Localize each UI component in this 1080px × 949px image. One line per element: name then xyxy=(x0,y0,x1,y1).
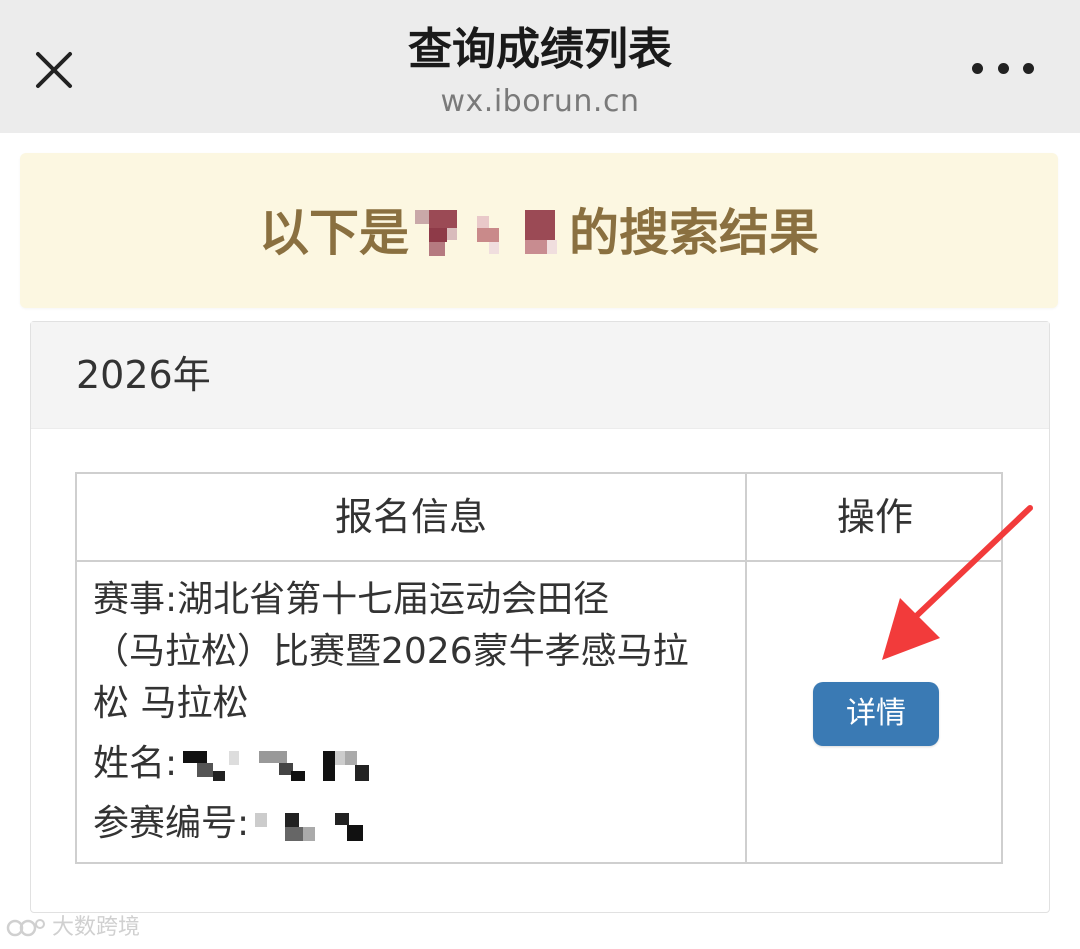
name-label: 姓名: xyxy=(93,743,178,784)
banner-suffix: 的搜索结果 xyxy=(569,204,819,262)
card-header: 2026年 xyxy=(31,322,1049,429)
top-bar: 查询成绩列表 wx.iborun.cn xyxy=(0,0,1080,133)
banner-prefix: 以下是 xyxy=(259,204,409,262)
annotation-arrow-icon xyxy=(882,505,1033,660)
event-line-3: 松 马拉松 xyxy=(93,683,249,724)
bib-row: 参赛编号: xyxy=(93,798,738,850)
more-dots-icon xyxy=(972,62,983,74)
masked-name-value xyxy=(183,751,370,781)
table-divider-horizontal xyxy=(77,560,1001,562)
event-line-2: （马拉松）比赛暨2026蒙牛孝感马拉 xyxy=(93,631,689,672)
search-result-text: 以下是 的搜索结果 xyxy=(20,203,1058,263)
page-title: 查询成绩列表 xyxy=(408,24,672,75)
masked-name-image xyxy=(415,206,563,260)
column-header-info: 报名信息 xyxy=(334,495,487,539)
bib-label: 参赛编号: xyxy=(93,803,250,844)
year-label: 2026年 xyxy=(76,353,211,397)
details-button[interactable]: 详情 xyxy=(813,682,939,746)
watermark: 大数跨境 xyxy=(6,912,140,944)
more-button[interactable] xyxy=(972,52,1034,84)
page: 查询成绩列表 wx.iborun.cn 以下是 的搜索结果 2026年 报名信息… xyxy=(0,0,1080,949)
watermark-text: 大数跨境 xyxy=(52,915,141,940)
name-row: 姓名: xyxy=(93,738,738,790)
watermark-logo-icon xyxy=(6,919,45,937)
page-domain: wx.iborun.cn xyxy=(440,84,640,119)
masked-bib-value xyxy=(255,813,364,841)
result-table: 报名信息 操作 赛事:湖北省第十七届运动会田径 （马拉松）比赛暨2026蒙牛孝感… xyxy=(75,472,1003,864)
table-row: 赛事:湖北省第十七届运动会田径 （马拉松）比赛暨2026蒙牛孝感马拉 松 马拉松… xyxy=(93,574,738,850)
search-result-banner: 以下是 的搜索结果 xyxy=(20,153,1058,308)
event-line-1: 赛事:湖北省第十七届运动会田径 xyxy=(93,579,610,620)
